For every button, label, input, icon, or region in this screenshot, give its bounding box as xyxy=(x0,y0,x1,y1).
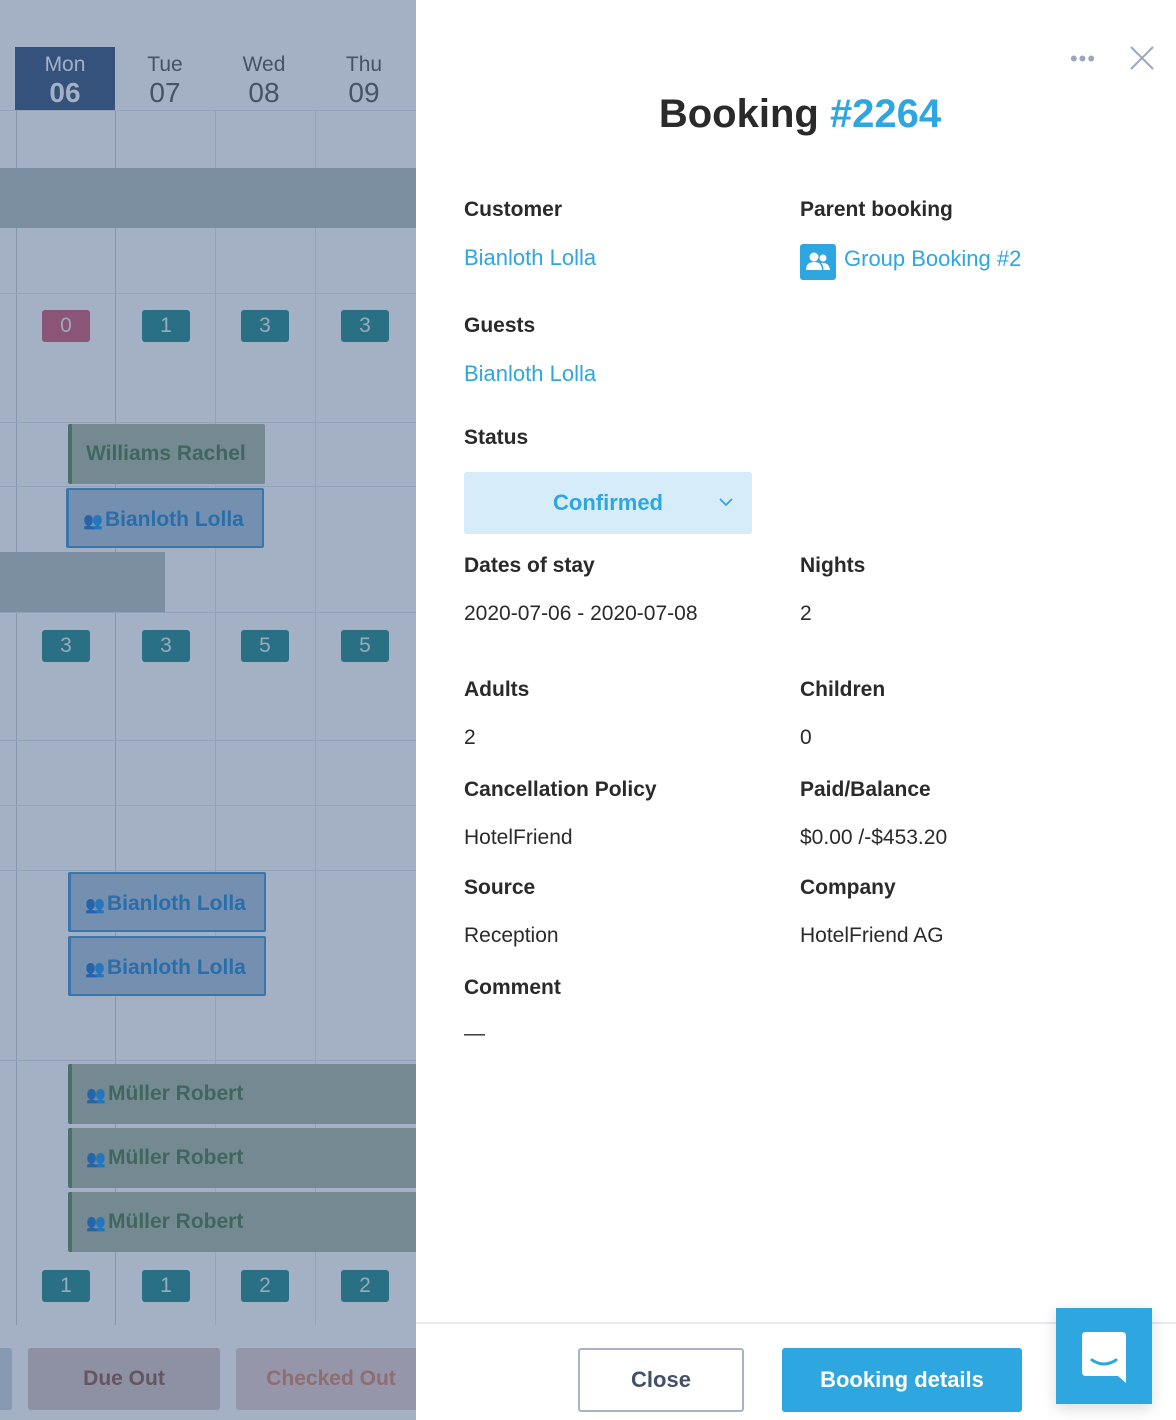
adults-value: 2 xyxy=(464,726,476,749)
booking-bar[interactable]: 👥Bianloth Lolla xyxy=(66,488,264,548)
children-label: Children xyxy=(800,678,886,701)
booking-bar[interactable]: 👥Bianloth Lolla xyxy=(68,872,266,932)
availability-count: 1 xyxy=(142,1270,190,1302)
grid-line xyxy=(0,612,416,613)
adults-label: Adults xyxy=(464,678,530,701)
parent-booking-label: Parent booking xyxy=(800,198,953,221)
availability-count: 3 xyxy=(142,630,190,662)
booking-guest-name: Müller Robert xyxy=(108,1210,244,1233)
grid-line xyxy=(0,293,416,294)
customer-label: Customer xyxy=(464,198,563,221)
paid-balance-value: $0.00 /-$453.20 xyxy=(800,826,948,849)
more-options-button[interactable]: ••• xyxy=(1068,48,1098,74)
chevron-down-icon xyxy=(719,498,733,507)
source-label: Source xyxy=(464,876,536,899)
booking-bar[interactable]: 👥Müller Robert xyxy=(68,1128,416,1188)
comment-value: — xyxy=(464,1022,485,1045)
paid-balance-label: Paid/Balance xyxy=(800,778,931,801)
status-dropdown[interactable]: Confirmed xyxy=(464,472,752,534)
day-number: 08 xyxy=(248,77,280,108)
day-of-week: Tue xyxy=(147,53,183,76)
booking-guest-name: Bianloth Lolla xyxy=(105,508,244,531)
room-category-band xyxy=(0,168,416,228)
availability-count: 1 xyxy=(142,310,190,342)
group-icon: 👥 xyxy=(86,1087,106,1104)
status-label: Status xyxy=(464,426,529,449)
grid-line xyxy=(0,1060,416,1061)
cancellation-label: Cancellation Policy xyxy=(464,778,657,801)
booking-guest-name: Müller Robert xyxy=(108,1082,244,1105)
availability-count: 2 xyxy=(241,1270,289,1302)
guests-label: Guests xyxy=(464,314,536,337)
booking-guest-name: Müller Robert xyxy=(108,1146,244,1169)
source-value: Reception xyxy=(464,924,559,947)
booking-guest-name: Bianloth Lolla xyxy=(107,956,246,979)
children-value: 0 xyxy=(800,726,812,749)
legend-checked-out[interactable]: Checked Out xyxy=(236,1348,416,1410)
day-header-tue[interactable]: Tue 07 xyxy=(115,47,215,111)
legend-due-out[interactable]: Due Out xyxy=(28,1348,220,1410)
close-button[interactable]: Close xyxy=(578,1348,744,1412)
grid-line xyxy=(0,870,416,871)
chat-widget-button[interactable] xyxy=(1056,1308,1152,1404)
availability-count: 5 xyxy=(341,630,389,662)
day-header-wed[interactable]: Wed 08 xyxy=(214,47,314,111)
chat-icon xyxy=(1082,1332,1126,1383)
more-horizontal-icon: ••• xyxy=(1069,46,1097,71)
group-icon: 👥 xyxy=(85,961,105,978)
nights-label: Nights xyxy=(800,554,866,577)
availability-count: 3 xyxy=(42,630,90,662)
grid-line xyxy=(0,422,416,423)
status-value: Confirmed xyxy=(553,490,663,515)
booking-bar[interactable]: 👥Müller Robert xyxy=(68,1064,416,1124)
dates-value: 2020-07-06 - 2020-07-08 xyxy=(464,602,698,625)
day-of-week: Wed xyxy=(242,53,286,76)
booking-bar[interactable]: 👥Bianloth Lolla xyxy=(68,936,266,996)
booking-guest-name: Bianloth Lolla xyxy=(107,892,246,915)
group-icon: 👥 xyxy=(86,1151,106,1168)
guest-link[interactable]: Bianloth Lolla xyxy=(464,361,596,387)
booking-panel: ••• Booking #2264 Customer Bianloth Loll… xyxy=(416,0,1176,1420)
availability-count: 5 xyxy=(241,630,289,662)
day-number: 09 xyxy=(348,77,380,108)
customer-link[interactable]: Bianloth Lolla xyxy=(464,245,596,271)
group-icon: 👥 xyxy=(83,513,103,530)
booking-details-button[interactable]: Booking details xyxy=(782,1348,1022,1412)
blocked-period xyxy=(0,552,165,612)
company-value: HotelFriend AG xyxy=(800,924,944,947)
comment-label: Comment xyxy=(464,976,561,999)
booking-bar[interactable]: Williams Rachel xyxy=(68,424,265,484)
availability-count: 3 xyxy=(241,310,289,342)
availability-count: 2 xyxy=(341,1270,389,1302)
group-icon xyxy=(800,244,836,280)
day-header-mon[interactable]: Mon 06 xyxy=(15,47,115,111)
nights-value: 2 xyxy=(800,602,812,625)
booking-number: #2264 xyxy=(829,92,942,136)
company-label: Company xyxy=(800,876,896,899)
day-number: 06 xyxy=(49,77,81,108)
day-of-week: Mon xyxy=(44,53,86,76)
booking-guest-name: Williams Rachel xyxy=(86,442,246,465)
dates-label: Dates of stay xyxy=(464,554,595,577)
availability-count: 0 xyxy=(42,310,90,342)
availability-count: 3 xyxy=(341,310,389,342)
legend-button-partial[interactable] xyxy=(0,1348,12,1410)
day-number: 07 xyxy=(149,77,181,108)
group-icon: 👥 xyxy=(85,897,105,914)
parent-booking-link[interactable]: Group Booking #2 xyxy=(844,246,1021,272)
day-of-week: Thu xyxy=(345,53,383,76)
grid-line xyxy=(0,740,416,741)
grid-line xyxy=(0,110,416,111)
grid-line xyxy=(0,486,416,487)
group-icon: 👥 xyxy=(86,1215,106,1232)
grid-line xyxy=(0,805,416,806)
page-title: Booking #2264 xyxy=(416,92,1176,137)
cancellation-value: HotelFriend xyxy=(464,826,573,849)
availability-count: 1 xyxy=(42,1270,90,1302)
booking-bar[interactable]: 👥Müller Robert xyxy=(68,1192,416,1252)
close-icon[interactable] xyxy=(1128,44,1156,72)
title-prefix: Booking xyxy=(658,92,819,136)
day-header-thu[interactable]: Thu 09 xyxy=(314,47,414,111)
calendar-background: Mon 06 Tue 07 Wed 08 Thu 09 0 1 3 3 Will… xyxy=(0,0,416,1420)
